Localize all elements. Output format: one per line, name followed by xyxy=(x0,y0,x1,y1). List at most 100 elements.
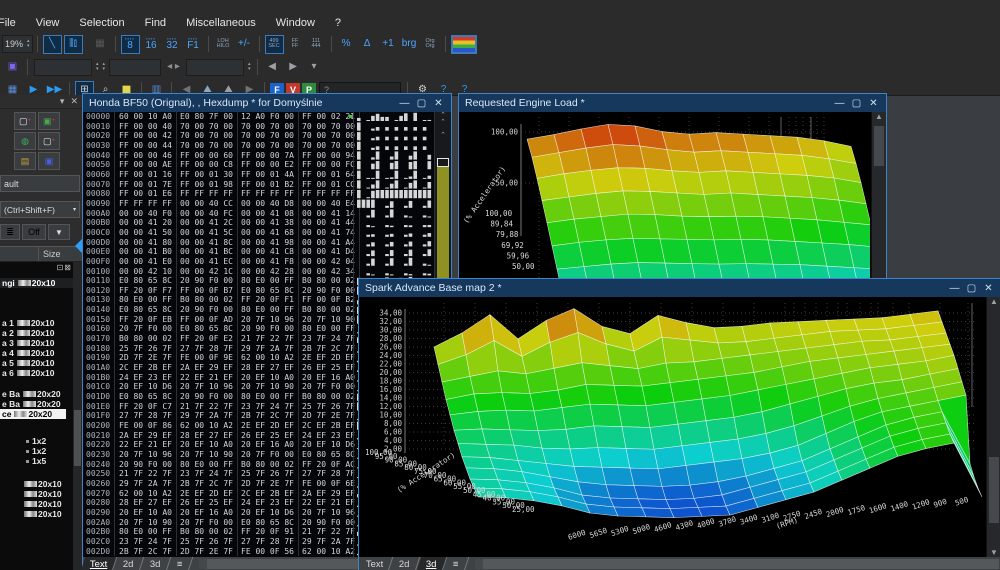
brg-button[interactable]: brg xyxy=(400,35,419,54)
map-list-item[interactable]: 1x5 xyxy=(0,456,82,466)
close-icon[interactable]: ✕ xyxy=(70,96,78,107)
filter-drop-button[interactable]: ▼ xyxy=(48,224,70,240)
delta-button[interactable]: Δ xyxy=(358,35,377,54)
toolbar-spinner[interactable]: ▴ ▾ xyxy=(103,62,106,72)
org-button[interactable]: Org Org xyxy=(421,35,440,54)
menu-view[interactable]: View xyxy=(26,17,70,29)
hex-row: 002B0 80 E0 00 FF B0 80 00 02 FF 20 0F 91 21… xyxy=(83,527,360,537)
tab--[interactable]: ≡ xyxy=(167,557,193,570)
percent-button[interactable]: % xyxy=(337,35,356,54)
nav-forward-button[interactable]: ▶ xyxy=(284,58,303,77)
histogram-view-icon[interactable]: ⫼⫾ xyxy=(63,34,83,54)
toolbar-spinner[interactable]: ▴ ▾ xyxy=(248,62,251,72)
spark-advance-3d-chart[interactable]: 34,0032,0030,0028,0026,0024,0022,0020,00… xyxy=(359,297,985,557)
map-list-item[interactable]: 20x10 xyxy=(0,479,82,489)
nav-drop-button[interactable]: ▾ xyxy=(305,58,324,77)
hex-row: 00220 22 EF 21 EF 20 EF 10 A0 20 EF 16 A0 20… xyxy=(83,440,360,450)
svg-text:69,92: 69,92 xyxy=(501,241,524,250)
pan-icon[interactable]: ◂ ▸ xyxy=(164,58,183,77)
filter-lines-icon[interactable]: ≣ xyxy=(0,224,20,240)
map-list-item[interactable]: a 2 20x10 xyxy=(0,328,82,338)
map-list-item[interactable]: 20x10 xyxy=(0,499,82,509)
toolbar-combo[interactable] xyxy=(186,58,245,76)
map-list-item[interactable]: 20x10 xyxy=(0,509,82,519)
toolbar-combo[interactable] xyxy=(109,58,162,76)
spark-advance-titlebar[interactable]: Spark Advance Base map 2 * — ▢ ✕ xyxy=(359,279,1000,297)
tab--[interactable]: ≡ xyxy=(443,557,469,570)
hex-grid[interactable]: 00000 60 00 10 A0 E0 80 7F 00 12 A0 F0 00 FF… xyxy=(83,112,360,557)
menu-file[interactable]: File xyxy=(0,17,26,29)
draw-mode-icon[interactable]: ╲ xyxy=(42,34,62,54)
map-list-item[interactable]: e Ba 20x20 xyxy=(0,399,82,409)
map-list[interactable]: ⊡⊠ ngi 20x10 a 1 20x10 a 2 20x10 a 3 20x10 a 4 20… xyxy=(0,262,82,570)
map-list-item[interactable]: ce 20x20 xyxy=(0,409,66,419)
tab-text[interactable]: Text xyxy=(356,557,394,570)
hex-row: 00010 FF 00 00 40 70 00 70 00 70 00 70 00 70… xyxy=(83,121,360,132)
map-list-item[interactable]: a 5 20x10 xyxy=(0,358,82,368)
map-list-item[interactable]: a 4 20x10 xyxy=(0,348,82,358)
chevron-down-icon[interactable]: ▾ xyxy=(60,96,65,107)
width-f1-button[interactable]: F1 xyxy=(184,35,203,54)
map-list-item[interactable]: 20x10 xyxy=(0,489,82,499)
svg-text:89,84: 89,84 xyxy=(490,220,513,229)
import-file-icon[interactable]: ▣ + xyxy=(38,112,60,130)
width-8-button[interactable]: 8 xyxy=(120,34,140,54)
tab-3d[interactable]: 3d xyxy=(140,557,171,570)
window-layout-icon[interactable]: ▣ xyxy=(3,58,22,77)
profile-field[interactable]: ault xyxy=(0,175,80,192)
map-list-item[interactable]: a 6 20x10 xyxy=(0,368,82,378)
copy-file-icon[interactable]: ▢ + xyxy=(38,132,60,150)
toolbar-combo[interactable] xyxy=(34,58,92,76)
requested-load-titlebar[interactable]: Requested Engine Load * — ▢ ✕ xyxy=(459,94,886,112)
map-list-item[interactable]: e Ba 20x20 xyxy=(0,389,82,399)
globe-icon[interactable]: ◍ xyxy=(14,132,36,150)
map-list-item[interactable]: ngi 20x10 xyxy=(0,278,82,288)
map-list-item[interactable]: a 1 20x10 xyxy=(0,318,82,328)
size-column-header[interactable]: Size xyxy=(0,246,82,262)
nav-back-button[interactable]: ◀ xyxy=(263,58,282,77)
tab-scroll-strip[interactable] xyxy=(475,559,999,569)
maximize-icon[interactable]: ▢ xyxy=(963,283,980,294)
minimize-icon[interactable]: — xyxy=(946,283,963,294)
byte-order-icon[interactable]: LOH HILO xyxy=(214,35,233,54)
off-toggle[interactable]: Off xyxy=(22,224,46,240)
map-list-item[interactable]: 1x2 xyxy=(0,436,82,446)
menu-window[interactable]: Window xyxy=(266,17,325,29)
list-view-icons[interactable]: ⊡⊠ xyxy=(57,263,72,272)
minimize-icon[interactable]: — xyxy=(396,98,413,109)
hexdump-titlebar[interactable]: Honda BF50 (Orignal), , Hexdump * for Do… xyxy=(83,94,451,112)
map-list-item[interactable]: a 3 20x10 xyxy=(0,338,82,348)
grid-view-icon[interactable]: ▦ xyxy=(91,35,110,54)
bin-display-icon[interactable]: 111 444 xyxy=(307,35,326,54)
plus-one-button[interactable]: +1 xyxy=(379,35,398,54)
tab-2d[interactable]: 2d xyxy=(390,557,421,570)
tab-text[interactable]: Text xyxy=(80,557,118,570)
map-list-item[interactable]: 1x2 xyxy=(0,446,82,456)
width-32-button[interactable]: 32 xyxy=(163,35,182,54)
image-icon[interactable]: ▤ xyxy=(14,152,36,170)
close-icon[interactable]: ✕ xyxy=(865,98,882,109)
plugin-puzzle-icon[interactable]: ▣ xyxy=(38,152,60,170)
menu-miscellaneous[interactable]: Miscellaneous xyxy=(176,17,266,29)
toolbar-spinner[interactable]: ▴ ▾ xyxy=(96,62,99,72)
close-icon[interactable]: ✕ xyxy=(980,283,997,294)
tab-2d[interactable]: 2d xyxy=(114,557,145,570)
sign-icon[interactable]: +/- xyxy=(235,35,254,54)
tab-3d[interactable]: 3d xyxy=(416,557,447,570)
search-shortcut-dropdown[interactable]: (Ctrl+Shift+F) ▾ xyxy=(0,201,80,218)
hex-display-icon[interactable]: FF FF xyxy=(286,35,305,54)
menu-find[interactable]: Find xyxy=(135,17,176,29)
color-scale-button[interactable] xyxy=(450,34,477,54)
spark-advance-scrollbar[interactable]: ▲ ▼ xyxy=(986,297,1000,557)
dec-display-icon[interactable]: 499 SEC xyxy=(264,34,284,54)
map-list-scrollbar[interactable] xyxy=(73,262,82,570)
close-icon[interactable]: ✕ xyxy=(430,98,447,109)
maximize-icon[interactable]: ▢ xyxy=(413,98,430,109)
menu--[interactable]: ? xyxy=(325,17,351,29)
zoom-level[interactable]: 19% ▴ ▾ xyxy=(2,35,33,53)
maximize-icon[interactable]: ▢ xyxy=(848,98,865,109)
width-16-button[interactable]: 16 xyxy=(142,35,161,54)
minimize-icon[interactable]: — xyxy=(831,98,848,109)
menu-selection[interactable]: Selection xyxy=(69,17,134,29)
new-file-icon[interactable]: ▢ + xyxy=(14,112,36,130)
